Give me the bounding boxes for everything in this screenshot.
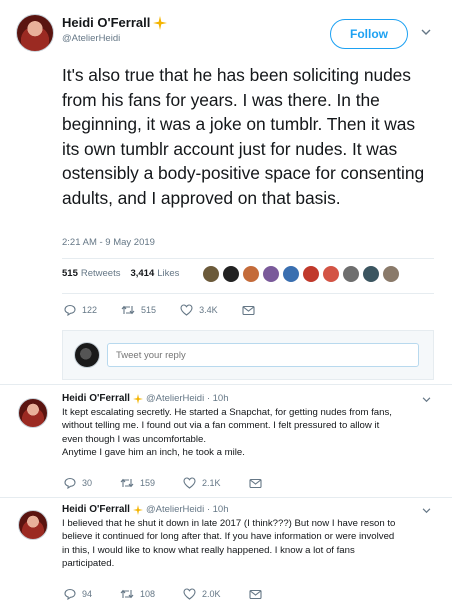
envelope-icon (242, 305, 255, 316)
divider (0, 497, 452, 498)
liker-avatar[interactable] (322, 265, 340, 283)
follow-button[interactable]: Follow (330, 19, 408, 49)
dm-button[interactable] (249, 477, 262, 489)
author-avatar[interactable] (16, 14, 54, 52)
liker-avatar[interactable] (282, 265, 300, 283)
reply-text-line: Anytime I gave him an inch, he took a mi… (62, 447, 245, 459)
reply-icon (64, 588, 76, 600)
dm-button[interactable] (242, 304, 255, 316)
dm-button[interactable] (249, 588, 262, 600)
reply-text-line: I believed that he shut it down in late … (62, 518, 396, 529)
divider (62, 258, 434, 259)
author-name[interactable]: Heidi O'Ferrall (62, 15, 150, 30)
reply-input[interactable] (107, 343, 419, 367)
liker-avatar[interactable] (382, 265, 400, 283)
chevron-down-icon[interactable] (422, 397, 431, 403)
liker-avatar[interactable] (302, 265, 320, 283)
reply-text-line: without telling me. I found out via a fa… (62, 420, 380, 432)
retweets-label[interactable]: Retweets (81, 268, 121, 279)
like-button[interactable]: 3.4K (180, 304, 218, 316)
reply-count: 94 (82, 589, 93, 599)
reply-count: 122 (82, 305, 98, 315)
reply-actions: 30 159 2.1K (64, 477, 262, 489)
retweets-count[interactable]: 515 (62, 268, 78, 279)
retweet-button[interactable]: 159 (120, 477, 155, 489)
retweet-count: 159 (140, 478, 156, 488)
likers-avatars[interactable] (202, 265, 402, 283)
like-count: 2.0K (202, 589, 221, 599)
tweet-timestamp[interactable]: 2:21 AM - 9 May 2019 (62, 237, 155, 248)
author-name-row[interactable]: Heidi O'Ferrall (62, 15, 168, 30)
likes-count[interactable]: 3,414 (130, 268, 154, 279)
heart-icon (183, 477, 196, 489)
retweet-count: 108 (140, 589, 156, 599)
retweet-icon (120, 588, 134, 600)
reply-author-name[interactable]: Heidi O'Ferrall (62, 504, 130, 515)
reply-avatar[interactable] (18, 398, 48, 428)
reply-header: Heidi O'Ferrall @AtelierHeidi · 10h (62, 393, 228, 404)
like-button[interactable]: 2.0K (183, 588, 221, 600)
retweet-button[interactable]: 108 (120, 588, 155, 600)
liker-avatar[interactable] (222, 265, 240, 283)
chevron-down-icon[interactable] (422, 508, 431, 514)
liker-avatar[interactable] (242, 265, 260, 283)
reply-button[interactable]: 30 (64, 477, 92, 489)
chevron-down-icon[interactable] (421, 29, 431, 36)
sparkles-icon (153, 15, 168, 30)
reply-text: It kept escalating secretly. He started … (62, 406, 442, 460)
envelope-icon (249, 478, 262, 489)
heart-icon (183, 588, 196, 600)
reply-actions: 94 108 2.0K (64, 588, 262, 600)
tweet-text: It's also true that he has been soliciti… (62, 65, 425, 208)
viewer-avatar (74, 342, 100, 368)
like-count: 3.4K (199, 305, 218, 315)
divider (62, 293, 434, 294)
like-button[interactable]: 2.1K (183, 477, 221, 489)
reply-text-line: believe it continued for long after that… (62, 531, 395, 543)
reply-handle-time[interactable]: @AtelierHeidi · 10h (146, 504, 229, 515)
reply-button[interactable]: 122 (64, 304, 97, 316)
liker-avatar[interactable] (362, 265, 380, 283)
divider (0, 384, 452, 385)
reply-text-line: participated. (62, 558, 115, 570)
like-count: 2.1K (202, 478, 221, 488)
retweet-count: 515 (141, 305, 157, 315)
envelope-icon (249, 589, 262, 600)
sparkles-icon (132, 393, 143, 404)
liker-avatar[interactable] (262, 265, 280, 283)
reply-author-name[interactable]: Heidi O'Ferrall (62, 393, 130, 404)
retweet-button[interactable]: 515 (121, 304, 156, 316)
heart-icon (180, 304, 193, 316)
reply-avatar[interactable] (18, 510, 48, 540)
reply-button[interactable]: 94 (64, 588, 92, 600)
likes-label[interactable]: Likes (157, 268, 179, 279)
reply-text-line: in this, I would like to know what reall… (62, 544, 355, 556)
reply-icon (64, 477, 76, 489)
reply-count: 30 (82, 478, 93, 488)
reply-text-line: It kept escalating secretly. He started … (62, 407, 392, 418)
reply-header: Heidi O'Ferrall @AtelierHeidi · 10h (62, 504, 228, 515)
liker-avatar[interactable] (342, 265, 360, 283)
liker-avatar[interactable] (202, 265, 220, 283)
tweet-actions: 122 515 3.4K (64, 304, 255, 316)
retweet-icon (121, 304, 135, 316)
sparkles-icon (132, 504, 143, 515)
reply-text: I believed that he shut it down in late … (62, 517, 444, 571)
reply-handle-time[interactable]: @AtelierHeidi · 10h (146, 393, 229, 404)
tweet-stats: 515 Retweets 3,414 Likes (62, 268, 179, 279)
reply-text-line: even though I was uncomfortable. (62, 433, 206, 445)
author-handle[interactable]: @AtelierHeidi (62, 33, 120, 44)
retweet-icon (120, 477, 134, 489)
reply-icon (64, 304, 76, 316)
